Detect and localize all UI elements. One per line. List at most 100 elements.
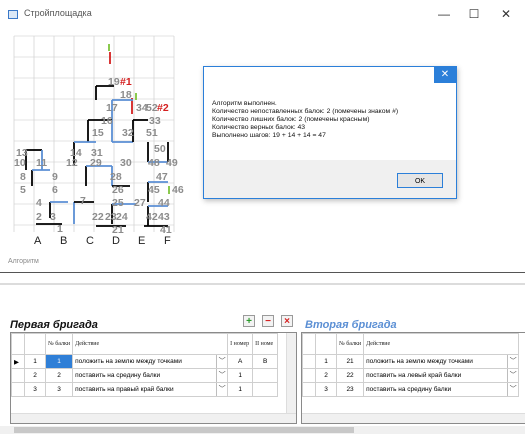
brigade1-remove-button[interactable]: − xyxy=(262,315,274,327)
beam-number-label: 25 xyxy=(112,197,124,209)
beam-number-cell[interactable]: 1 xyxy=(44,354,74,369)
beam-number-label: 11 xyxy=(36,157,47,169)
table-row[interactable]: 2 2 поставить на средину балки ﹀ 1 xyxy=(11,368,279,383)
beam-number-cell[interactable]: 22 xyxy=(335,368,365,383)
dialog-message-line: Алгоритм выполнен. xyxy=(212,100,277,107)
row-marker xyxy=(302,382,316,397)
brigade2-title: Вторая бригада xyxy=(305,319,397,331)
beam-number-label: 12 xyxy=(66,157,78,169)
action-value: поставить на правый край балки xyxy=(75,386,174,393)
brigade1-vertical-scrollbar[interactable] xyxy=(286,333,296,423)
beam-number-label: 49 xyxy=(166,157,178,169)
brigade2-horizontal-scrollbar[interactable] xyxy=(302,413,525,423)
beam-number-label: 18 xyxy=(120,89,132,101)
table-row[interactable]: 1 21 положить на землю между точками ﹀ xyxy=(302,354,520,369)
action-combobox[interactable]: поставить на правый край балки ﹀ xyxy=(72,382,229,397)
brigade2-table[interactable]: № балки Действие 1 21 положить на землю … xyxy=(301,332,525,424)
dialog-message-line: Выполнено шагов: 19 + 14 + 14 = 47 xyxy=(212,132,326,139)
beam-number-label: 46 xyxy=(172,184,184,196)
chevron-down-icon[interactable]: ﹀ xyxy=(507,383,518,396)
table-row[interactable]: 3 3 поставить на правый край балки ﹀ 1 xyxy=(11,382,279,397)
chevron-down-icon[interactable]: ﹀ xyxy=(507,369,518,382)
minimize-button[interactable]: — xyxy=(430,4,458,24)
table-row[interactable]: ▶ 1 1 положить на землю между точками ﹀ A… xyxy=(11,354,279,369)
beam-number-label: 30 xyxy=(120,157,132,169)
construction-canvas[interactable]: 19 #1 18 17 34 52 #2 16 33 15 32 51 13 14 31 50 10 11 12 29… xyxy=(8,34,192,246)
table-header-row: № балки Действие xyxy=(302,333,520,355)
axis-point-label: A xyxy=(34,235,42,246)
chevron-down-icon[interactable]: ﹀ xyxy=(216,369,227,382)
beam-number-label: 6 xyxy=(52,184,58,196)
brigade1-table[interactable]: № балки Действие I номер II номе ▶ 1 1 п… xyxy=(10,332,297,424)
beam-number-cell[interactable]: 21 xyxy=(335,354,365,369)
beam-number-label: 32 xyxy=(122,127,134,139)
number1-cell[interactable]: 1 xyxy=(227,382,254,397)
column-header-n1: I номер xyxy=(227,333,254,355)
brigade1-add-button[interactable]: + xyxy=(243,315,255,327)
beam-number-label: #2 xyxy=(157,102,169,114)
separator xyxy=(0,283,525,285)
column-header-num: № балки xyxy=(335,333,365,355)
column-header-action: Действие xyxy=(72,333,229,355)
beam-number-label: 1 xyxy=(57,223,63,235)
ok-button[interactable]: OK xyxy=(397,173,443,188)
chevron-down-icon[interactable]: ﹀ xyxy=(507,355,518,368)
chevron-down-icon[interactable]: ﹀ xyxy=(216,383,227,396)
column-header-action: Действие xyxy=(363,333,520,355)
dialog-title-bar xyxy=(204,67,456,83)
number2-cell[interactable] xyxy=(252,382,279,397)
beam-number-label: 8 xyxy=(20,171,26,183)
result-dialog: ✕ Алгоритм выполнен. Количество непостав… xyxy=(203,66,457,199)
brigade1-horizontal-scrollbar[interactable] xyxy=(11,413,296,423)
action-value: положить на землю между точками xyxy=(75,358,182,365)
brigade1-clear-button[interactable]: × xyxy=(281,315,293,327)
beam-number-cell[interactable]: 3 xyxy=(44,382,74,397)
beam-number-label: 15 xyxy=(92,127,104,139)
close-button[interactable]: ✕ xyxy=(492,4,520,24)
axis-point-label: C xyxy=(86,235,94,246)
beam-number-cell[interactable]: 2 xyxy=(44,368,74,383)
main-horizontal-scrollbar[interactable] xyxy=(0,426,525,434)
row-indicator-header xyxy=(302,333,316,355)
action-combobox[interactable]: положить на землю между точками ﹀ xyxy=(72,354,229,369)
chevron-down-icon[interactable]: ﹀ xyxy=(216,355,227,368)
maximize-button[interactable]: ☐ xyxy=(460,4,488,24)
beam-number-label: 33 xyxy=(149,115,161,127)
scrollbar-thumb[interactable] xyxy=(14,427,354,433)
row-marker xyxy=(302,354,316,369)
action-combobox[interactable]: положить на землю между точками ﹀ xyxy=(363,354,520,369)
row-marker xyxy=(302,368,316,383)
number1-cell[interactable]: A xyxy=(227,354,254,369)
window-title: Стройплощадка xyxy=(24,8,92,18)
action-combobox[interactable]: поставить на средину балки ﹀ xyxy=(363,382,520,397)
beam-number-label: 51 xyxy=(146,127,158,139)
beam-number-label: 48 xyxy=(148,157,160,169)
title-bar: Стройплощадка — ☐ ✕ xyxy=(0,0,525,30)
app-icon xyxy=(8,10,18,19)
number2-cell[interactable] xyxy=(252,368,279,383)
row-marker xyxy=(11,382,25,397)
number1-cell[interactable]: 1 xyxy=(227,368,254,383)
beam-number-label: 4 xyxy=(36,197,42,209)
beam-number-label: 43 xyxy=(158,211,170,223)
dialog-close-button[interactable]: ✕ xyxy=(434,67,456,83)
column-header-index xyxy=(315,333,337,355)
table-row[interactable]: 3 23 поставить на средину балки ﹀ xyxy=(302,382,520,397)
row-index: 2 xyxy=(315,368,337,383)
beam-number-label: 7 xyxy=(80,195,86,207)
table-row[interactable]: 2 22 поставить на левый край балки ﹀ xyxy=(302,368,520,383)
algorithm-label: Алгоритм xyxy=(8,258,39,265)
beam-number-cell[interactable]: 23 xyxy=(335,382,365,397)
row-marker xyxy=(11,368,25,383)
number2-cell[interactable]: B xyxy=(252,354,279,369)
table-header-row: № балки Действие I номер II номе xyxy=(11,333,279,355)
row-index: 1 xyxy=(315,354,337,369)
axis-point-label: B xyxy=(60,235,67,246)
action-value: поставить на левый край балки xyxy=(366,372,462,379)
axis-point-label: E xyxy=(138,235,145,246)
algorithm-text-line[interactable] xyxy=(0,272,525,273)
beam-number-label: 44 xyxy=(158,197,170,209)
beam-number-label: 10 xyxy=(14,157,26,169)
action-combobox[interactable]: поставить на средину балки ﹀ xyxy=(72,368,229,383)
action-combobox[interactable]: поставить на левый край балки ﹀ xyxy=(363,368,520,383)
